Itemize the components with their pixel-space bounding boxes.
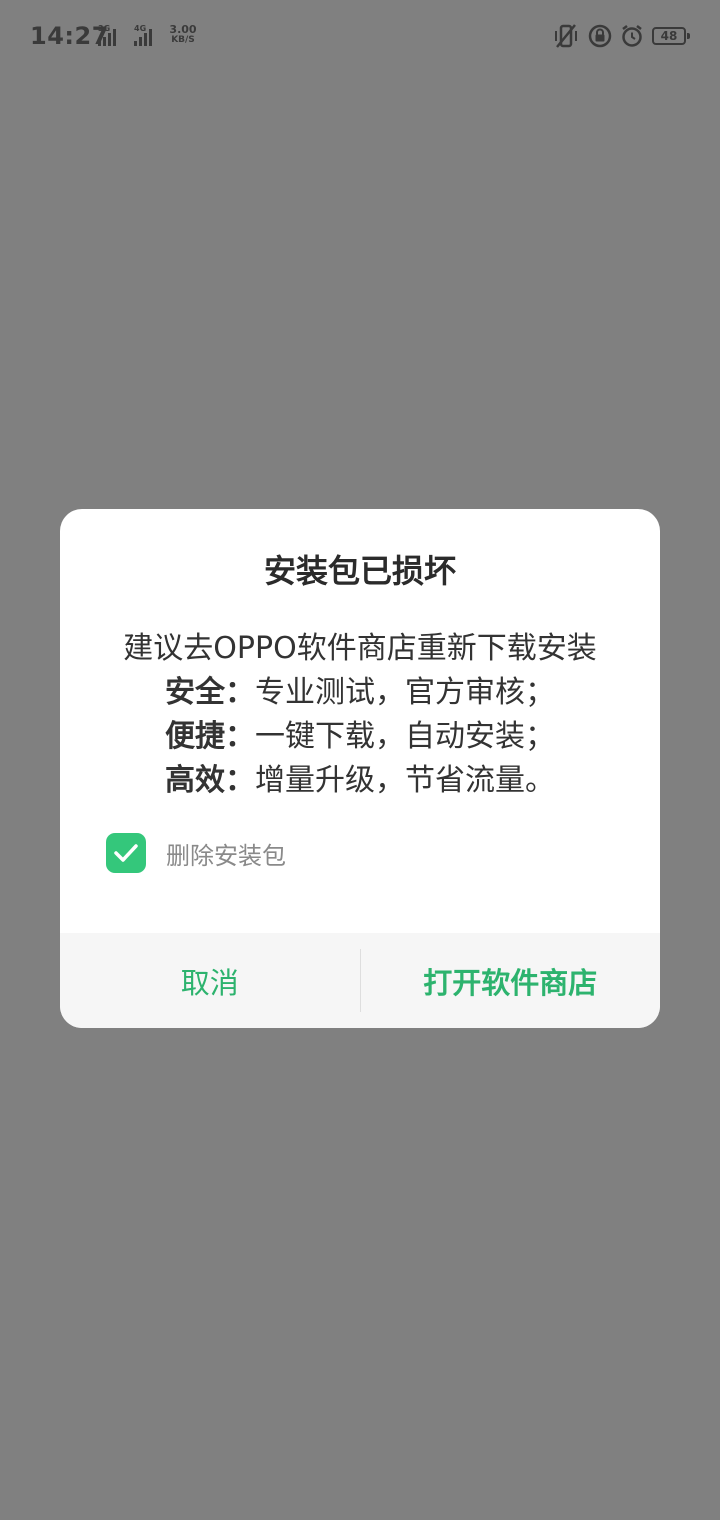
sim2-signal-icon: 4G <box>134 25 162 49</box>
corrupted-package-dialog: 安装包已损坏 建议去OPPO软件商店重新下载安装 安全：专业测试，官方审核； 便… <box>60 509 660 1028</box>
network-speed: 3.00 KB/S <box>169 23 197 45</box>
feature-label: 高效： <box>165 763 255 798</box>
sim1-signal-icon: 3G <box>98 25 122 49</box>
checkmark-icon <box>114 844 138 862</box>
delete-package-label: 删除安装包 <box>166 841 286 870</box>
feature-text: 一键下载，自动安装； <box>255 719 555 754</box>
feature-line: 高效：增量升级，节省流量。 <box>60 759 660 803</box>
feature-label: 安全： <box>165 675 255 710</box>
dialog-intro: 建议去OPPO软件商店重新下载安装 <box>123 631 597 666</box>
cancel-button[interactable]: 取消 <box>60 933 360 1028</box>
feature-text: 增量升级，节省流量。 <box>255 763 555 798</box>
status-bar: 14:27 3G 4G 3.00 KB/S 48 <box>0 0 720 72</box>
status-icons: 48 <box>552 23 690 49</box>
battery-level: 48 <box>660 29 678 43</box>
screen: 14:27 3G 4G 3.00 KB/S 48 安装包已损坏 建议去OPPO软… <box>0 0 720 1520</box>
rotation-lock-icon <box>588 24 612 48</box>
delete-package-checkbox[interactable] <box>106 833 146 873</box>
feature-line: 便捷：一键下载，自动安装； <box>60 715 660 759</box>
feature-label: 便捷： <box>165 719 255 754</box>
dialog-button-bar: 取消 打开软件商店 <box>60 933 660 1028</box>
battery-icon: 48 <box>652 27 690 45</box>
feature-text: 专业测试，官方审核； <box>255 675 555 710</box>
alarm-icon <box>622 25 642 47</box>
open-app-store-button[interactable]: 打开软件商店 <box>361 933 661 1028</box>
dialog-message: 建议去OPPO软件商店重新下载安装 安全：专业测试，官方审核； 便捷：一键下载，… <box>60 627 660 803</box>
dialog-title: 安装包已损坏 <box>263 552 456 590</box>
vibrate-mute-icon <box>555 24 577 48</box>
delete-package-option[interactable]: 删除安装包 <box>106 833 286 873</box>
feature-line: 安全：专业测试，官方审核； <box>60 671 660 715</box>
